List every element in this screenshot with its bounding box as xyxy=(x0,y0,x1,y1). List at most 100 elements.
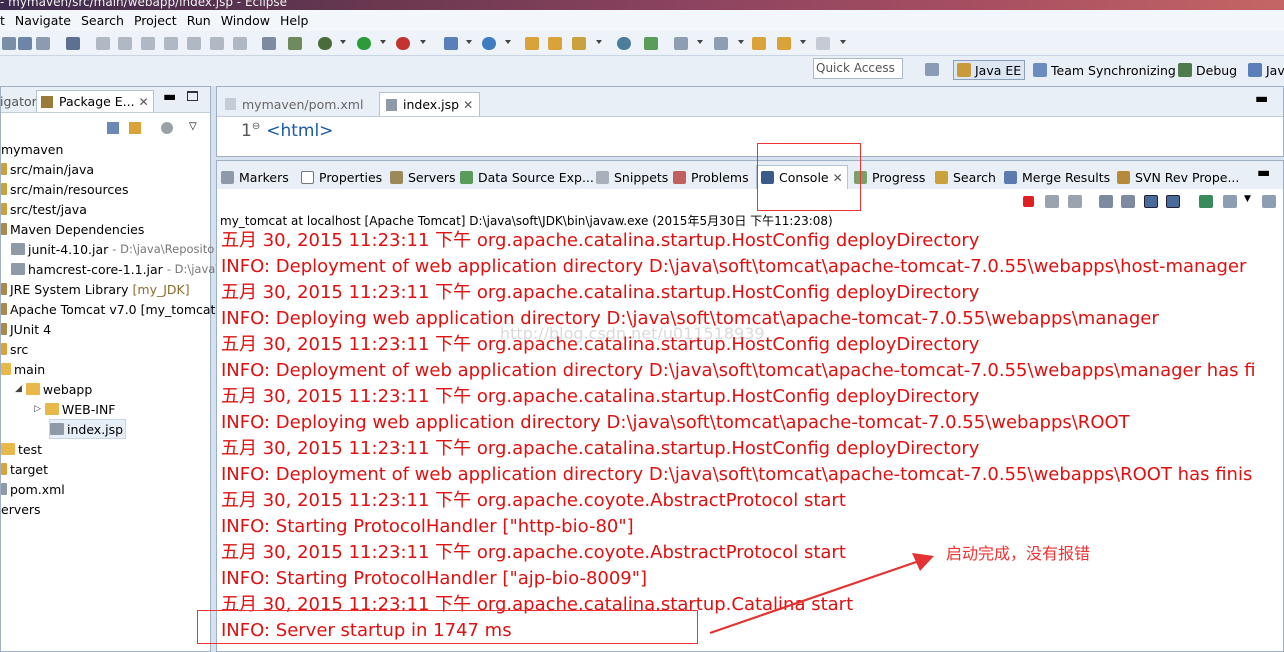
deploy-icon[interactable] xyxy=(288,37,302,50)
perspective-java-ee[interactable]: Java EE xyxy=(953,60,1026,80)
tab-package-explorer[interactable]: Package E... ✕ xyxy=(36,90,154,112)
search-dropdown-icon[interactable] xyxy=(596,40,602,44)
tree-item-index-jsp[interactable]: index.jsp xyxy=(49,419,127,439)
new-class-icon[interactable] xyxy=(482,37,496,50)
tree-item-junit-jar[interactable]: junit-4.10.jar - D:\java\Reposito xyxy=(11,239,214,259)
back-dropdown-icon[interactable] xyxy=(800,40,806,44)
show-on-stderr-icon[interactable] xyxy=(1166,195,1180,208)
show-on-stdout-icon[interactable] xyxy=(1144,195,1158,208)
terminate-icon[interactable] xyxy=(1023,196,1034,207)
tree-item-servers[interactable]: ervers xyxy=(1,499,41,519)
next-annotation-icon[interactable] xyxy=(674,37,688,50)
expanded-arrow-icon[interactable]: ◢ xyxy=(15,384,22,394)
tree-item-target[interactable]: target xyxy=(1,459,48,479)
run-icon[interactable] xyxy=(357,37,371,50)
focus-icon[interactable] xyxy=(161,122,173,134)
suspend-icon[interactable] xyxy=(118,37,132,50)
menu-project[interactable]: Project xyxy=(129,13,182,28)
external-tools-icon[interactable] xyxy=(396,37,410,50)
clear-console-icon[interactable] xyxy=(1099,195,1113,208)
menu-navigate[interactable]: Navigate xyxy=(10,13,76,28)
menu-window[interactable]: Window xyxy=(216,13,275,28)
skip-breakpoints-icon[interactable] xyxy=(66,37,80,50)
scroll-lock-icon[interactable] xyxy=(1121,195,1135,208)
tree-item-hamcrest-jar[interactable]: hamcrest-core-1.1.jar - D:\java\ xyxy=(11,259,219,279)
tree-item-jre-library[interactable]: JRE System Library [my_JDK] xyxy=(1,279,190,299)
tree-item-src-test-java[interactable]: src/test/java xyxy=(1,199,87,219)
toggle-mark-icon[interactable] xyxy=(644,37,658,50)
tab-data-source-explorer[interactable]: Data Source Exp... xyxy=(460,167,594,187)
open-type-icon[interactable] xyxy=(525,37,539,50)
step-into-icon[interactable] xyxy=(187,37,201,50)
resume-icon[interactable] xyxy=(96,37,110,50)
tab-snippets[interactable]: Snippets xyxy=(596,167,668,187)
new-icon[interactable] xyxy=(2,37,16,50)
next-annotation-dropdown-icon[interactable] xyxy=(697,40,703,44)
collapsed-arrow-icon[interactable]: ▷ xyxy=(34,404,41,414)
minimize-icon[interactable]: ▬ xyxy=(163,89,176,105)
tab-problems[interactable]: Problems xyxy=(673,167,749,187)
tab-properties[interactable]: Properties xyxy=(301,167,382,187)
pin-console-icon[interactable] xyxy=(1199,195,1213,208)
menu-file-partial[interactable]: t xyxy=(0,13,10,28)
disconnect-icon[interactable] xyxy=(164,37,178,50)
tree-item-web-inf[interactable]: ▷ WEB-INF xyxy=(34,399,116,419)
tree-item-src-main-java[interactable]: src/main/java xyxy=(1,159,94,179)
remove-all-terminated-icon[interactable] xyxy=(1068,195,1082,208)
tree-item-test[interactable]: test xyxy=(1,439,42,459)
save-icon[interactable] xyxy=(18,37,32,50)
tree-item-src[interactable]: src xyxy=(1,339,28,359)
tab-navigator[interactable]: igator xyxy=(0,90,37,112)
menu-search[interactable]: Search xyxy=(76,13,129,28)
tree-item-main[interactable]: main xyxy=(1,359,45,379)
close-icon[interactable]: ✕ xyxy=(463,98,473,112)
new-java-project-icon[interactable] xyxy=(444,37,458,50)
remove-launch-icon[interactable] xyxy=(1045,195,1059,208)
external-tools-dropdown-icon[interactable] xyxy=(420,40,426,44)
use-step-filters-icon[interactable] xyxy=(262,37,276,50)
display-console-icon[interactable] xyxy=(1223,195,1237,208)
minimize-icon[interactable]: ▬ xyxy=(1255,91,1268,107)
minimize-icon[interactable]: ▬ xyxy=(1257,165,1270,181)
tab-progress[interactable]: Progress xyxy=(854,167,925,187)
tab-servers[interactable]: Servers xyxy=(390,167,456,187)
collapse-all-icon[interactable] xyxy=(107,122,119,134)
open-task-icon[interactable] xyxy=(548,37,562,50)
tab-svn-rev-properties[interactable]: SVN Rev Prope... xyxy=(1117,167,1239,187)
tree-item-tomcat-library[interactable]: Apache Tomcat v7.0 [my_tomcat] xyxy=(1,299,220,319)
debug-icon[interactable] xyxy=(318,37,332,50)
close-icon[interactable]: ✕ xyxy=(139,95,149,109)
tree-item-pom-xml[interactable]: pom.xml xyxy=(1,479,65,499)
perspective-java[interactable]: Jav xyxy=(1248,60,1284,80)
fold-icon[interactable]: ⊖ xyxy=(252,121,260,132)
link-with-editor-icon[interactable] xyxy=(129,122,141,134)
back-icon[interactable] xyxy=(777,37,791,50)
quick-access-input[interactable]: Quick Access xyxy=(813,58,903,79)
tree-item-src-main-resources[interactable]: src/main/resources xyxy=(1,179,128,199)
print-icon[interactable] xyxy=(36,37,50,50)
new-project-dropdown-icon[interactable] xyxy=(466,40,472,44)
last-edit-icon[interactable] xyxy=(752,37,766,50)
tree-item-maven-dependencies[interactable]: Maven Dependencies xyxy=(1,219,144,239)
open-perspective-icon[interactable] xyxy=(925,63,939,76)
forward-dropdown-icon[interactable] xyxy=(840,40,846,44)
tab-pom-xml[interactable]: mymaven/pom.xml xyxy=(225,92,363,116)
perspective-team-sync[interactable]: Team Synchronizing xyxy=(1033,60,1176,80)
tab-search[interactable]: Search xyxy=(935,167,996,187)
tab-index-jsp[interactable]: index.jsp ✕ xyxy=(379,92,481,116)
terminate-icon[interactable] xyxy=(141,37,155,50)
perspective-debug[interactable]: Debug xyxy=(1178,60,1237,80)
view-menu-icon[interactable]: ▽ xyxy=(189,121,197,132)
step-over-icon[interactable] xyxy=(210,37,224,50)
tab-merge-results[interactable]: Merge Results xyxy=(1004,167,1110,187)
menu-run[interactable]: Run xyxy=(182,13,216,28)
tree-item-webapp[interactable]: ◢ webapp xyxy=(15,379,92,399)
web-browser-icon[interactable] xyxy=(617,37,631,50)
previous-annotation-dropdown-icon[interactable] xyxy=(738,40,744,44)
tab-markers[interactable]: Markers xyxy=(221,167,289,187)
run-dropdown-icon[interactable] xyxy=(380,40,386,44)
open-console-icon[interactable] xyxy=(1262,195,1276,208)
maximize-icon[interactable] xyxy=(187,91,198,101)
debug-dropdown-icon[interactable] xyxy=(340,40,346,44)
code-line-1[interactable]: 1⊖ <html> xyxy=(241,121,333,141)
